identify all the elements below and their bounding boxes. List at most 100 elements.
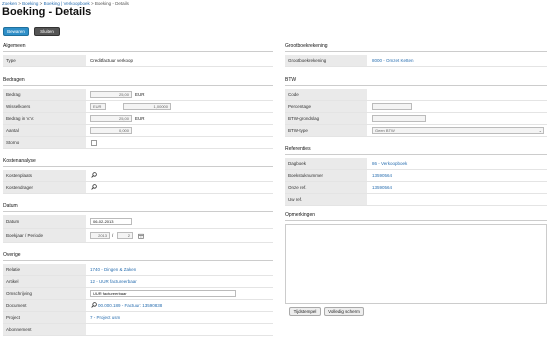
search-icon[interactable]	[91, 172, 97, 178]
label-kostenplaats: Kostenplaats	[3, 170, 86, 181]
row-kostenplaats: Kostenplaats	[3, 170, 273, 182]
row-bedrag: Bedrag 25,00 EUR	[3, 89, 273, 101]
boekstuk-link[interactable]: 13590564	[372, 170, 392, 181]
row-storno: Storno	[3, 137, 273, 149]
label-relatie: Relatie	[3, 264, 86, 275]
wisselkoers-input[interactable]: 1,00000	[123, 103, 171, 110]
row-kostendrager: Kostendrager	[3, 182, 273, 194]
row-project: Project 7 - Project usm	[3, 312, 273, 324]
label-btw-percentage: Percentage	[285, 101, 367, 112]
row-grootboek: Grootboekrekening 8000 - Omzet Ketten	[285, 55, 547, 67]
close-button[interactable]: Sluiten	[34, 27, 60, 36]
section-bedragen-title: Bedragen	[3, 77, 273, 86]
save-button[interactable]: Bewaren	[3, 27, 29, 36]
label-uw-ref: Uw ref.	[285, 194, 367, 205]
section-btw-title: BTW	[285, 77, 547, 86]
row-dagboek: Dagboek 86 - Verkoopboek	[285, 158, 547, 170]
aantal-input[interactable]: 0,000	[90, 127, 132, 134]
storno-checkbox[interactable]	[91, 140, 97, 146]
label-kostendrager: Kostendrager	[3, 182, 86, 193]
project-link[interactable]: 7 - Project usm	[90, 312, 120, 323]
row-document: Document 00.000.189 - Factuur: 13590838	[3, 300, 273, 312]
label-wisselkoers: Wisselkoers	[3, 101, 86, 112]
bedrag-vv-input[interactable]: 25,00	[90, 115, 132, 122]
document-link[interactable]: 00.000.189 - Factuur: 13590838	[98, 300, 162, 311]
row-wisselkoers: Wisselkoers EUR 1,00000	[3, 101, 273, 113]
label-omschrijving: Omschrijving	[3, 288, 86, 299]
row-boekstuk: Boekstuknummer 13590564	[285, 170, 547, 182]
label-btw-code: Code	[285, 89, 367, 100]
onze-ref-link[interactable]: 13590564	[372, 182, 392, 193]
row-boekjaar: Boekjaar / Periode 2013 / 2	[3, 229, 273, 243]
btw-type-value: Geen BTW	[375, 128, 395, 133]
row-btw-percentage: Percentage	[285, 101, 547, 113]
bedrag-currency: EUR	[135, 92, 145, 97]
row-datum: Datum 06-02-2013	[3, 215, 273, 229]
page-title: Boeking - Details	[2, 6, 92, 18]
btw-type-select[interactable]: Geen BTW ⌄	[372, 127, 544, 134]
timestamp-button[interactable]: Tijdstempel	[289, 307, 321, 316]
calendar-icon[interactable]	[138, 233, 144, 239]
label-btw-grondslag: BTW-grondslag	[285, 113, 367, 124]
row-uw-ref: Uw ref.	[285, 194, 547, 206]
row-aantal: Aantal 0,000	[3, 125, 273, 137]
row-omschrijving: Omschrijving UUR factureerbaar	[3, 288, 273, 300]
row-relatie: Relatie 1740 - Dingen & Zaken	[3, 264, 273, 276]
row-bedrag-vv: Bedrag in V.V. 25,00 EUR	[3, 113, 273, 125]
btw-percentage-input[interactable]	[372, 103, 412, 110]
section-kostenanalyse-title: Kostenanalyse	[3, 158, 273, 167]
artikel-link[interactable]: 12 - UUR factureerbaar	[90, 276, 137, 287]
row-abonnement: Abonnement	[3, 324, 273, 336]
fullscreen-button[interactable]: Volledig scherm	[324, 307, 364, 316]
label-project: Project	[3, 312, 86, 323]
label-boekjaar: Boekjaar / Periode	[3, 229, 86, 242]
section-algemeen-title: Algemeen	[3, 43, 273, 52]
section-datum-title: Datum	[3, 203, 273, 212]
label-storno: Storno	[3, 137, 86, 148]
section-overige-title: Overige	[3, 252, 273, 261]
chevron-down-icon: ⌄	[538, 128, 542, 133]
wisselkoers-currency-select[interactable]: EUR	[90, 103, 106, 110]
breadcrumb-current: Boeking - Details	[94, 1, 129, 6]
row-btw-type: BTW-type Geen BTW ⌄	[285, 125, 547, 137]
label-btw-type: BTW-type	[285, 125, 367, 136]
section-opmerkingen-title: Opmerkingen	[285, 212, 547, 221]
omschrijving-input[interactable]: UUR factureerbaar	[90, 290, 236, 297]
value-type: Creditfactuur verkoop	[90, 58, 134, 63]
opmerkingen-actions: Tijdstempel Volledig scherm	[285, 306, 547, 318]
search-icon[interactable]	[91, 184, 97, 190]
search-icon[interactable]	[91, 302, 97, 308]
label-artikel: Artikel	[3, 276, 86, 287]
btw-grondslag-input[interactable]	[372, 115, 426, 122]
row-artikel: Artikel 12 - UUR factureerbaar	[3, 276, 273, 288]
section-referenties-title: Referenties	[285, 146, 547, 155]
boekjaar-input[interactable]: 2013	[90, 232, 110, 239]
bedrag-vv-currency: EUR	[135, 116, 145, 121]
label-abonnement: Abonnement	[3, 324, 86, 335]
label-bedrag-vv: Bedrag in V.V.	[3, 113, 86, 124]
label-bedrag: Bedrag	[3, 89, 86, 100]
opmerkingen-textarea[interactable]	[285, 224, 547, 304]
dagboek-link[interactable]: 86 - Verkoopboek	[372, 158, 407, 169]
left-column: Algemeen Type Creditfactuur verkoop Bedr…	[3, 40, 273, 336]
label-aantal: Aantal	[3, 125, 86, 136]
bedrag-input[interactable]: 25,00	[90, 91, 132, 98]
row-type: Type Creditfactuur verkoop	[3, 55, 273, 67]
row-onze-ref: Onze ref. 13590564	[285, 182, 547, 194]
label-datum: Datum	[3, 215, 86, 228]
label-type: Type	[3, 55, 86, 66]
label-grootboek: Grootboekrekening	[285, 55, 367, 66]
label-onze-ref: Onze ref.	[285, 182, 367, 193]
label-boekstuk: Boekstuknummer	[285, 170, 367, 181]
periode-input[interactable]: 2	[117, 232, 133, 239]
datum-input[interactable]: 06-02-2013	[90, 218, 132, 225]
relatie-link[interactable]: 1740 - Dingen & Zaken	[90, 264, 136, 275]
right-column: Grootboekrekening Grootboekrekening 8000…	[285, 40, 547, 318]
periode-separator: /	[112, 233, 114, 238]
row-btw-grondslag: BTW-grondslag	[285, 113, 547, 125]
section-grootboek-title: Grootboekrekening	[285, 43, 547, 52]
label-document: Document	[3, 300, 86, 311]
label-dagboek: Dagboek	[285, 158, 367, 169]
grootboek-link[interactable]: 8000 - Omzet Ketten	[372, 55, 414, 66]
row-btw-code: Code	[285, 89, 547, 101]
